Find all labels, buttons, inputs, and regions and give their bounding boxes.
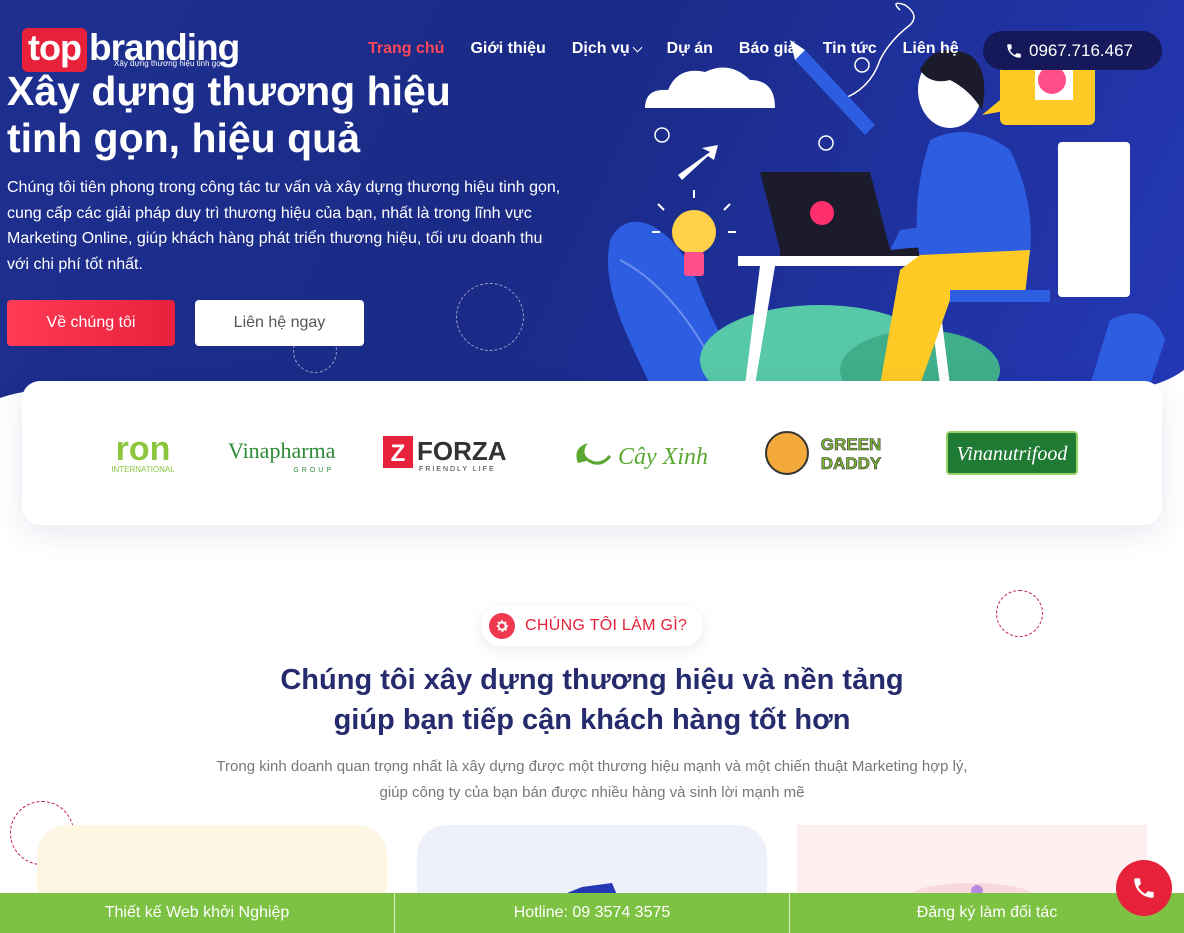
svg-text:GREEN: GREEN [820,435,880,454]
client-ron-sub: INTERNATIONAL [111,465,175,474]
section-title: Chúng tôi xây dựng thương hiệu và nền tả… [200,660,984,740]
nav-item-home[interactable]: Trang chủ [368,40,444,58]
hero-title-line2: tinh gọn, hiệu quả [7,115,361,161]
logo-top-text: top [22,28,87,72]
decor-circle [456,283,524,351]
section-description-line1: Trong kinh doanh quan trọng nhất là xây … [216,758,968,775]
client-vinapharma-name: Vinapharma [228,438,336,463]
client-logo-cay-xinh: Cây Xinh [570,423,720,483]
client-vinanutrifood-name: Vinanutrifood [956,443,1068,465]
hero-title: Xây dựng thương hiệu tinh gọn, hiệu quả [7,68,527,162]
svg-text:Z: Z [390,440,405,467]
client-vinapharma-sub: GROUP [293,467,334,474]
chevron-down-icon [632,42,643,52]
phone-number: 0967.716.467 [1029,40,1133,60]
client-cay-xinh-name: Cây Xinh [618,444,708,470]
bottom-action-bar: Thiết kế Web khởi Nghiệp Hotline: 09 357… [0,893,1184,933]
section-title-line2: giúp bạn tiếp cận khách hàng tốt hơn [333,704,851,736]
decor-circle [996,590,1043,637]
call-icon [1134,878,1154,898]
about-us-button[interactable]: Về chúng tôi [7,300,175,346]
brand-logo[interactable]: top branding Xây dựng thương hiệu tinh g… [22,28,240,72]
client-ron-name: ron [115,430,170,468]
client-logo-forza: Z FORZA FRIENDLY LIFE [382,423,525,483]
hero-description: Chúng tôi tiên phong trong công tác tư v… [7,179,561,273]
page: top branding Xây dựng thương hiệu tinh g… [0,0,1184,933]
contact-now-button[interactable]: Liên hệ ngay [195,300,364,346]
gear-icon [489,613,515,639]
client-logos-strip: ron INTERNATIONAL Vinapharma GROUP Z FOR… [22,381,1162,525]
client-logo-vinanutrifood: Vinanutrifood [945,423,1080,483]
client-logo-green-daddy: GREEN DADDY [764,423,901,483]
svg-text:DADDY: DADDY [820,454,881,473]
phone-button[interactable]: 0967.716.467 [983,31,1162,70]
client-forza-name: FORZA [417,436,507,466]
nav-item-about[interactable]: Giới thiệu [470,40,545,58]
section-title-line1: Chúng tôi xây dựng thương hiệu và nền tả… [280,664,904,696]
floating-call-button[interactable] [1116,860,1172,916]
nav-item-services[interactable]: Dịch vụ [571,40,643,58]
client-logo-ron: ron INTERNATIONAL [105,423,181,483]
main-nav: Trang chủ Giới thiệu Dịch vụ Dự án Báo g… [368,40,985,58]
hotline-link[interactable]: Hotline: 09 3574 3575 [395,893,790,933]
nav-item-pricing[interactable]: Báo giá [739,40,797,58]
nav-item-projects[interactable]: Dự án [667,40,713,58]
nav-item-contact[interactable]: Liên hệ [903,40,959,58]
startup-web-design-link[interactable]: Thiết kế Web khởi Nghiệp [0,893,395,933]
service-card-illustration [912,883,1032,895]
client-forza-sub: FRIENDLY LIFE [419,466,496,473]
hero-title-line1: Xây dựng thương hiệu [7,68,451,114]
section-description-line2: giúp công ty của bạn bán được nhiều hàng… [379,784,805,801]
section-badge: CHÚNG TÔI LÀM GÌ? [481,606,703,646]
service-card-illustration [562,883,617,895]
logo-tagline: Xây dựng thương hiệu tinh gọn [114,59,226,68]
phone-icon [1007,43,1021,58]
nav-item-services-label: Dịch vụ [571,40,630,57]
section-description: Trong kinh doanh quan trọng nhất là xây … [180,754,1004,806]
client-logo-vinapharma: Vinapharma GROUP [226,423,338,483]
nav-item-news[interactable]: Tin tức [823,40,877,58]
section-badge-text: CHÚNG TÔI LÀM GÌ? [525,617,688,634]
